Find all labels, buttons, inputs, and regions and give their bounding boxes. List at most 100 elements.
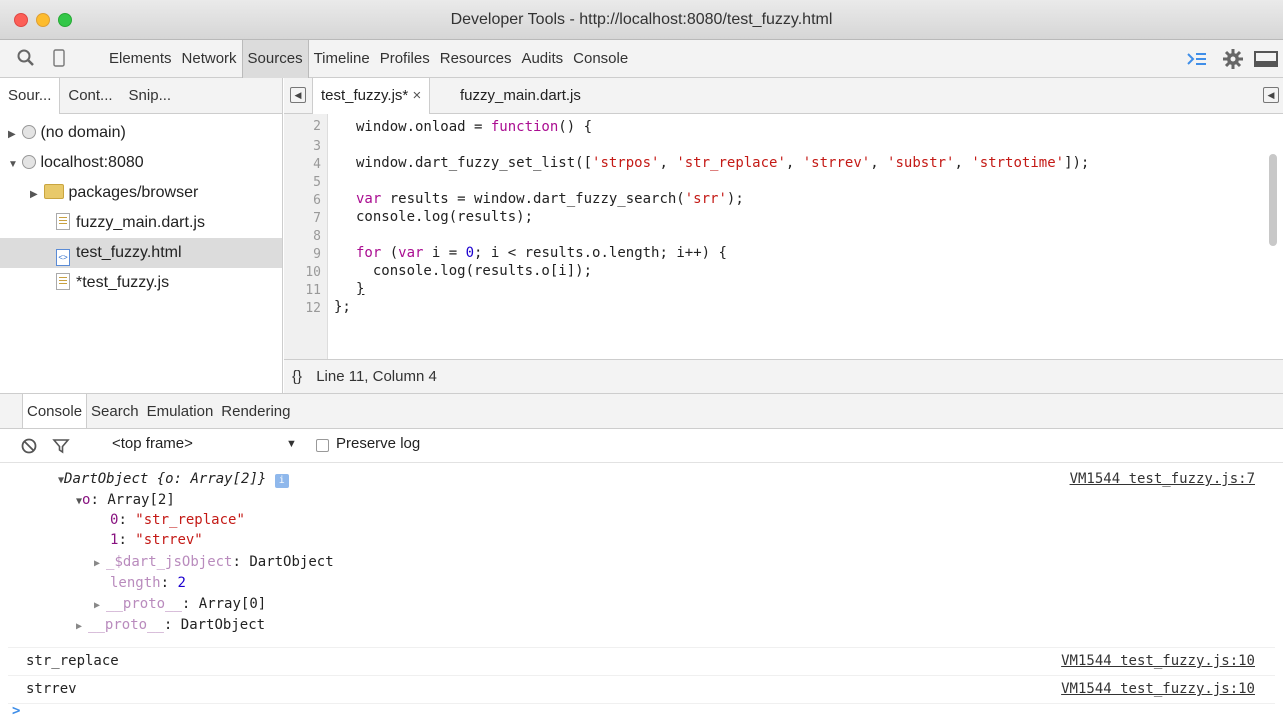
editor-statusbar: {} Line 11, Column 4 bbox=[284, 359, 1283, 393]
tab-audits[interactable]: Audits bbox=[516, 40, 568, 78]
console-log-message: str_replace bbox=[26, 653, 119, 669]
tab-timeline[interactable]: Timeline bbox=[309, 40, 375, 78]
tree-item-fuzzy-main[interactable]: fuzzy_main.dart.js bbox=[0, 208, 282, 238]
globe-icon bbox=[22, 125, 37, 139]
console-output: ▼DartObject {o: Array[2]} i VM1544 test_… bbox=[0, 463, 1283, 719]
code-line: for (var i = 0; i < results.o.length; i+… bbox=[356, 245, 727, 261]
close-tab-icon[interactable]: × bbox=[412, 87, 421, 104]
tree-item-packages-browser[interactable]: ▶ packages/browser bbox=[0, 178, 282, 208]
tab-content-scripts[interactable]: Cont... bbox=[60, 78, 120, 113]
source-editor: ◀ test_fuzzy.js* × fuzzy_main.dart.js ◀ … bbox=[284, 78, 1283, 393]
frame-select[interactable]: <top frame> bbox=[112, 435, 193, 452]
panel-tabs: Elements Network Sources Timeline Profil… bbox=[104, 40, 633, 78]
expand-arrow-icon[interactable]: ▶ bbox=[30, 180, 40, 210]
tab-fuzzy-main-dart-js[interactable]: fuzzy_main.dart.js bbox=[452, 78, 589, 114]
editor-tabs: ◀ test_fuzzy.js* × fuzzy_main.dart.js ◀ bbox=[284, 78, 1283, 114]
line-number: 2 bbox=[313, 119, 321, 134]
object-property[interactable]: ▶ __proto__: DartObject bbox=[76, 617, 265, 633]
console-prompt[interactable]: > bbox=[12, 703, 20, 719]
search-icon[interactable] bbox=[16, 48, 36, 72]
divider bbox=[8, 675, 1275, 676]
toggle-navigator-icon[interactable]: ◀ bbox=[290, 87, 306, 103]
source-link[interactable]: VM1544 test_fuzzy.js:10 bbox=[1061, 653, 1255, 669]
tab-snippets[interactable]: Snip... bbox=[121, 78, 180, 113]
line-number: 6 bbox=[313, 193, 321, 208]
code-line: } bbox=[356, 281, 365, 297]
expand-arrow-icon[interactable]: ▶ bbox=[8, 120, 18, 150]
code-line: var results = window.dart_fuzzy_search('… bbox=[356, 191, 744, 207]
code-line: console.log(results); bbox=[356, 209, 534, 225]
object-property: length: 2 bbox=[110, 575, 186, 591]
clear-console-icon[interactable] bbox=[20, 437, 38, 459]
navigator-tabs: Sour... Cont... Snip... bbox=[0, 78, 282, 114]
tree-item-test-fuzzy-js[interactable]: *test_fuzzy.js bbox=[0, 268, 282, 298]
line-number: 10 bbox=[305, 265, 321, 280]
tree-item-no-domain[interactable]: ▶ (no domain) bbox=[0, 118, 282, 148]
console-object-header[interactable]: ▼DartObject {o: Array[2]} i bbox=[58, 471, 289, 488]
tab-drawer-search[interactable]: Search bbox=[87, 394, 143, 428]
console-log-message: strrev bbox=[26, 681, 77, 697]
tab-profiles[interactable]: Profiles bbox=[375, 40, 435, 78]
expand-arrow-icon: ▶ bbox=[76, 621, 89, 632]
source-link[interactable]: VM1544 test_fuzzy.js:10 bbox=[1061, 681, 1255, 697]
collapse-arrow-icon[interactable]: ▼ bbox=[8, 150, 18, 180]
window-title: Developer Tools - http://localhost:8080/… bbox=[450, 11, 833, 28]
editor-scrollbar[interactable] bbox=[1269, 154, 1277, 246]
tab-sources[interactable]: Sources bbox=[241, 40, 309, 78]
script-file-icon bbox=[56, 273, 70, 290]
line-number: 11 bbox=[305, 283, 321, 298]
code-line: window.onload = function() { bbox=[356, 119, 593, 135]
toggle-debugger-icon[interactable]: ◀ bbox=[1263, 87, 1279, 103]
minimize-window-button[interactable] bbox=[36, 13, 50, 27]
divider bbox=[8, 703, 1275, 704]
tab-drawer-console[interactable]: Console bbox=[22, 394, 88, 428]
tab-drawer-rendering[interactable]: Rendering bbox=[217, 394, 294, 428]
object-property[interactable]: ▶ __proto__: Array[0] bbox=[94, 596, 266, 612]
tab-drawer-emulation[interactable]: Emulation bbox=[143, 394, 218, 428]
object-property[interactable]: ▼o: Array[2] bbox=[76, 492, 175, 508]
chevron-down-icon[interactable]: ▼ bbox=[286, 438, 297, 450]
dock-side-icon[interactable] bbox=[1254, 50, 1278, 72]
array-item: 1: "strrev" bbox=[110, 532, 203, 548]
main-toolbar: Elements Network Sources Timeline Profil… bbox=[0, 40, 1283, 78]
tab-network[interactable]: Network bbox=[177, 40, 242, 78]
code-line: window.dart_fuzzy_set_list(['strpos', 's… bbox=[356, 155, 1090, 171]
filter-icon[interactable] bbox=[52, 437, 70, 459]
show-drawer-icon[interactable] bbox=[1186, 50, 1208, 72]
preserve-log-label: Preserve log bbox=[336, 435, 421, 452]
array-item: 0: "str_replace" bbox=[110, 512, 245, 528]
line-number: 9 bbox=[313, 247, 321, 262]
line-number: 7 bbox=[313, 211, 321, 226]
window-titlebar: Developer Tools - http://localhost:8080/… bbox=[0, 0, 1283, 40]
expand-arrow-icon: ▶ bbox=[94, 600, 107, 611]
line-number-gutter: 2 3 4 5 6 7 8 9 10 11 12 bbox=[284, 114, 328, 359]
drawer-tabs: Console Search Emulation Rendering bbox=[0, 393, 1283, 429]
tab-console[interactable]: Console bbox=[568, 40, 633, 78]
tab-elements[interactable]: Elements bbox=[104, 40, 177, 78]
maximize-window-button[interactable] bbox=[58, 13, 72, 27]
line-number: 3 bbox=[313, 139, 321, 154]
folder-icon bbox=[44, 184, 65, 199]
tab-sources-nav[interactable]: Sour... bbox=[0, 78, 61, 114]
tab-test-fuzzy-js[interactable]: test_fuzzy.js* × bbox=[312, 78, 431, 114]
cursor-position: Line 11, Column 4 bbox=[316, 368, 437, 385]
close-window-button[interactable] bbox=[14, 13, 28, 27]
object-property[interactable]: ▶ _$dart_jsObject: DartObject bbox=[94, 554, 334, 570]
code-line: console.log(results.o[i]); bbox=[356, 263, 593, 279]
code-area[interactable]: window.onload = function() { window.dart… bbox=[328, 114, 1268, 359]
line-number: 5 bbox=[313, 175, 321, 190]
line-number: 8 bbox=[313, 229, 321, 244]
divider bbox=[8, 647, 1275, 648]
gear-icon[interactable] bbox=[1222, 48, 1244, 74]
tree-item-localhost[interactable]: ▼ localhost:8080 bbox=[0, 148, 282, 178]
line-number: 12 bbox=[305, 301, 321, 316]
line-number: 4 bbox=[313, 157, 321, 172]
device-mode-icon[interactable] bbox=[52, 48, 66, 72]
script-file-icon bbox=[56, 213, 70, 230]
source-link[interactable]: VM1544 test_fuzzy.js:7 bbox=[1070, 471, 1255, 487]
tree-item-test-fuzzy-html[interactable]: <> test_fuzzy.html bbox=[0, 238, 282, 268]
preserve-log-checkbox[interactable] bbox=[316, 439, 329, 452]
tab-resources[interactable]: Resources bbox=[435, 40, 517, 78]
expand-arrow-icon: ▶ bbox=[94, 558, 107, 569]
pretty-print-button[interactable]: {} bbox=[292, 368, 302, 385]
